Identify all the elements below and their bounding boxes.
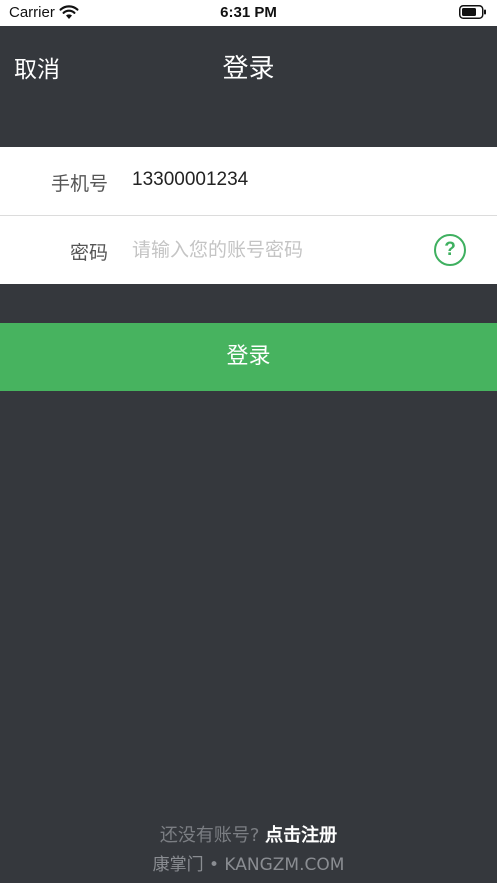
status-bar: Carrier 6:31 PM [0, 0, 497, 26]
phone-label: 手机号 [50, 173, 108, 195]
register-prompt-text: 还没有账号? [159, 825, 260, 846]
login-button[interactable]: 登录 [0, 323, 497, 391]
password-label: 密码 [69, 242, 108, 264]
register-link[interactable]: 点击注册 [265, 825, 337, 846]
brand-footer: 康掌门 • KANGZM.COM [152, 855, 345, 875]
question-circle-icon[interactable]: ? [434, 234, 466, 266]
password-row: 密码 ? [0, 216, 497, 284]
phone-field[interactable]: 13300001234 [132, 169, 437, 191]
password-field[interactable] [132, 234, 422, 266]
navigation-bar: 取消 登录 [0, 26, 497, 110]
status-time: 6:31 PM [220, 4, 277, 21]
login-form: 手机号 13300001234 密码 ? [0, 147, 497, 284]
register-prompt-line: 还没有账号? 点击注册 [0, 821, 497, 847]
battery-icon [459, 5, 486, 19]
phone-row: 手机号 13300001234 [0, 147, 497, 216]
page-title: 登录 [222, 54, 275, 84]
login-screen: Carrier 6:31 PM 取消 登录 手机号 13300001234 密码… [0, 0, 497, 883]
